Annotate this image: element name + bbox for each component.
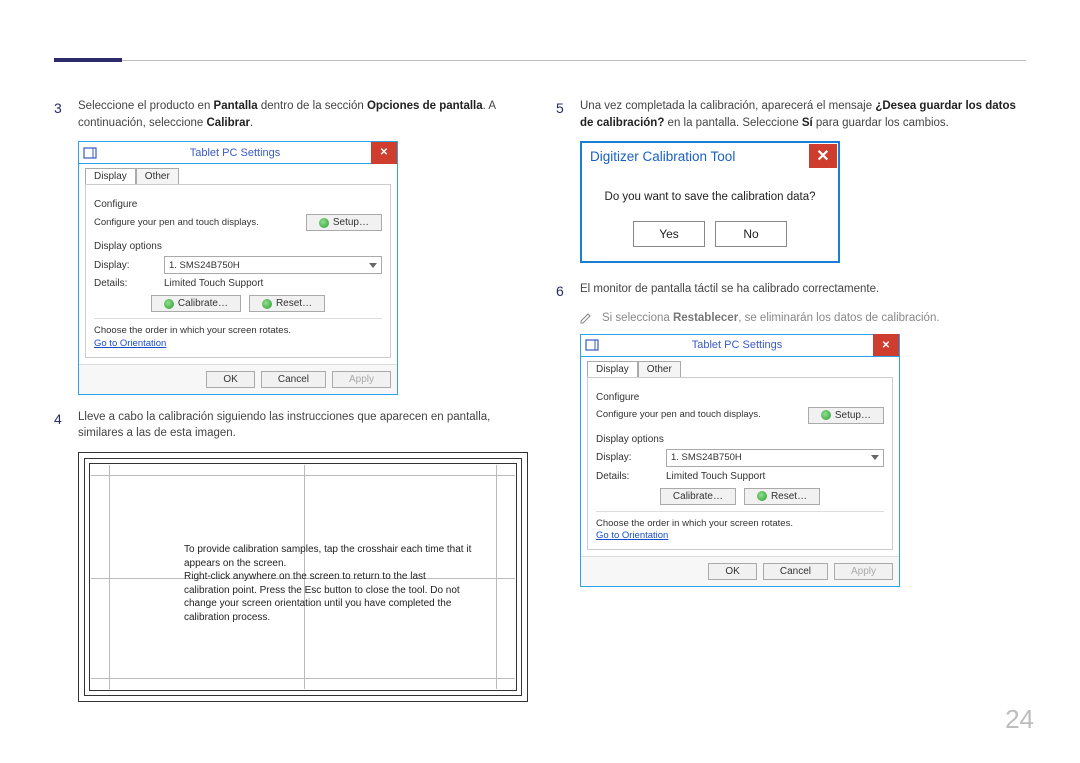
shield-icon [821, 410, 831, 420]
apply-button[interactable]: Apply [834, 563, 893, 580]
calibrate-button[interactable]: Calibrate… [151, 295, 241, 312]
header-accent [54, 58, 122, 62]
tabs: Display Other [581, 357, 899, 377]
apply-button[interactable]: Apply [332, 371, 391, 388]
step-text: Lleve a cabo la calibración siguiendo la… [78, 409, 524, 442]
dialog-title: Digitizer Calibration Tool [582, 149, 808, 164]
dialog-body: Do you want to save the calibration data… [582, 169, 838, 221]
settings-panel: Configure Configure your pen and touch d… [587, 377, 893, 550]
step-text: Una vez completada la calibración, apare… [580, 98, 1026, 131]
tab-other[interactable]: Other [638, 361, 681, 377]
details-label: Details: [596, 471, 658, 482]
header-rule [122, 60, 1026, 61]
close-button[interactable]: ✕ [809, 144, 837, 168]
yes-button[interactable]: Yes [633, 221, 705, 247]
window-title: Tablet PC Settings [601, 339, 873, 351]
shield-icon [319, 218, 329, 228]
tablet-icon [585, 337, 601, 353]
details-value: Limited Touch Support [164, 278, 263, 289]
shield-icon [164, 299, 174, 309]
tabs: Display Other [79, 164, 397, 184]
chevron-down-icon [369, 263, 377, 268]
dialog-titlebar: Digitizer Calibration Tool ✕ [582, 143, 838, 169]
window-footer: OK Cancel Apply [581, 556, 899, 586]
display-dropdown-value: 1. SMS24B750H [169, 260, 240, 271]
step-4: 4 Lleve a cabo la calibración siguiendo … [54, 409, 524, 442]
display-dropdown[interactable]: 1. SMS24B750H [164, 256, 382, 274]
tablet-pc-settings-window-after: Tablet PC Settings ✕ Display Other Confi… [580, 334, 900, 587]
shield-icon [262, 299, 272, 309]
rotate-text: Choose the order in which your screen ro… [94, 325, 382, 337]
orientation-link[interactable]: Go to Orientation [596, 530, 668, 541]
tablet-icon [83, 145, 99, 161]
step-number: 4 [54, 409, 68, 442]
rotate-text: Choose the order in which your screen ro… [596, 518, 884, 530]
details-label: Details: [94, 278, 156, 289]
step-number: 6 [556, 281, 570, 301]
close-button[interactable]: ✕ [371, 142, 397, 164]
configure-label: Configure [94, 199, 382, 210]
dialog-buttons: Yes No [582, 221, 838, 261]
step-6: 6 El monitor de pantalla táctil se ha ca… [556, 281, 1026, 301]
configure-desc: Configure your pen and touch displays. [94, 217, 298, 229]
step-number: 5 [556, 98, 570, 131]
tab-other[interactable]: Other [136, 168, 179, 184]
setup-button[interactable]: Setup… [808, 407, 884, 424]
display-label: Display: [596, 452, 658, 463]
note: Si selecciona Restablecer, se eliminarán… [580, 312, 1026, 324]
window-titlebar: Tablet PC Settings ✕ [581, 335, 899, 357]
cancel-button[interactable]: Cancel [261, 371, 326, 388]
details-value: Limited Touch Support [666, 471, 765, 482]
display-dropdown-value: 1. SMS24B750H [671, 452, 742, 463]
calibrate-button[interactable]: Calibrate… [660, 488, 736, 505]
window-title: Tablet PC Settings [99, 147, 371, 159]
ok-button[interactable]: OK [206, 371, 254, 388]
configure-desc: Configure your pen and touch displays. [596, 409, 800, 421]
step-text: Seleccione el producto en Pantalla dentr… [78, 98, 524, 131]
tab-display[interactable]: Display [587, 361, 638, 377]
display-options-label: Display options [596, 434, 884, 445]
note-text: Si selecciona Restablecer, se eliminarán… [602, 312, 940, 324]
display-options-label: Display options [94, 241, 382, 252]
reset-button[interactable]: Reset… [744, 488, 820, 505]
pencil-icon [580, 312, 592, 324]
calibration-message: To provide calibration samples, tap the … [184, 543, 474, 624]
orientation-link[interactable]: Go to Orientation [94, 338, 166, 349]
display-dropdown[interactable]: 1. SMS24B750H [666, 449, 884, 467]
step-5: 5 Una vez completada la calibración, apa… [556, 98, 1026, 131]
cancel-button[interactable]: Cancel [763, 563, 828, 580]
window-footer: OK Cancel Apply [79, 364, 397, 394]
calibration-screenshot: To provide calibration samples, tap the … [78, 452, 528, 702]
save-calibration-dialog: Digitizer Calibration Tool ✕ Do you want… [580, 141, 840, 263]
reset-button[interactable]: Reset… [249, 295, 325, 312]
settings-panel: Configure Configure your pen and touch d… [85, 184, 391, 357]
step-text: El monitor de pantalla táctil se ha cali… [580, 281, 879, 301]
window-titlebar: Tablet PC Settings ✕ [79, 142, 397, 164]
page-number: 24 [1005, 704, 1034, 735]
no-button[interactable]: No [715, 221, 787, 247]
tablet-pc-settings-window: Tablet PC Settings ✕ Display Other Confi… [78, 141, 398, 394]
step-3: 3 Seleccione el producto en Pantalla den… [54, 98, 524, 131]
step-number: 3 [54, 98, 68, 131]
ok-button[interactable]: OK [708, 563, 756, 580]
display-label: Display: [94, 260, 156, 271]
configure-label: Configure [596, 392, 884, 403]
chevron-down-icon [871, 455, 879, 460]
setup-button[interactable]: Setup… [306, 214, 382, 231]
close-button[interactable]: ✕ [873, 334, 899, 356]
shield-icon [757, 491, 767, 501]
tab-display[interactable]: Display [85, 168, 136, 184]
